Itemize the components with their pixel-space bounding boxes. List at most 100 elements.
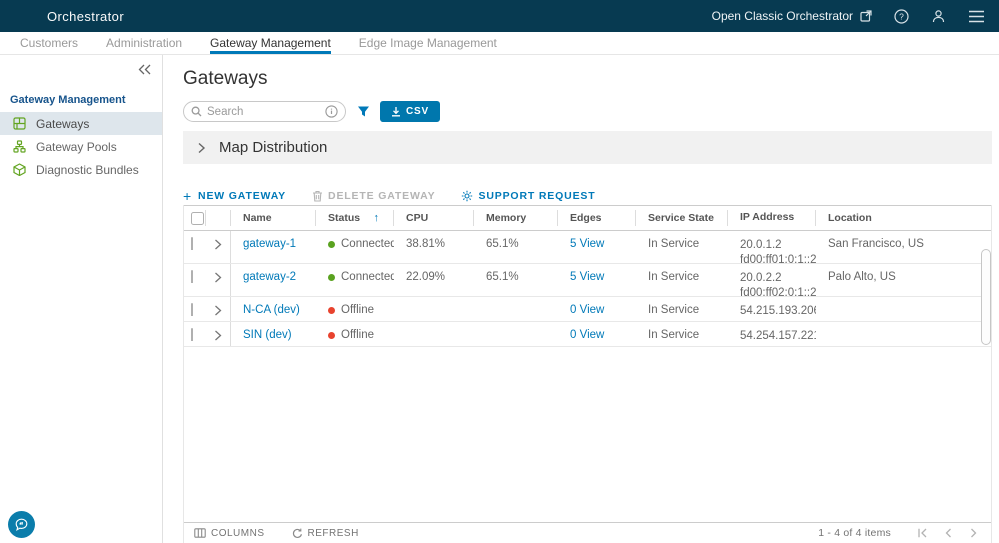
user-icon[interactable] — [931, 9, 946, 24]
svg-text:?: ? — [899, 11, 904, 21]
row-checkbox[interactable] — [191, 270, 193, 283]
gateway-name-link[interactable]: gateway-2 — [243, 271, 296, 283]
sidebar-item-gateway-pools[interactable]: Gateway Pools — [0, 135, 162, 158]
download-icon — [391, 106, 401, 117]
feedback-button[interactable] — [8, 511, 35, 538]
ip-address-value: 54.215.193.206 — [728, 297, 816, 319]
table-footer: COLUMNS REFRESH 1 - 4 of 4 items — [184, 522, 991, 543]
memory-value — [474, 297, 558, 304]
cpu-value — [394, 297, 474, 304]
collapse-sidebar-icon[interactable] — [137, 63, 152, 81]
column-header-ip-address[interactable]: IP Address — [728, 210, 816, 226]
memory-value: 65.1% — [474, 231, 558, 250]
menu-icon[interactable] — [968, 10, 985, 23]
column-header-name[interactable]: Name — [231, 210, 316, 226]
columns-label: COLUMNS — [211, 528, 265, 539]
column-header-status[interactable]: Status ↑ — [316, 210, 394, 226]
search-input[interactable] — [207, 106, 320, 118]
search-box — [183, 101, 346, 122]
sort-asc-icon: ↑ — [374, 212, 380, 224]
expand-column-header — [206, 210, 231, 226]
column-header-cpu[interactable]: CPU — [394, 210, 474, 226]
map-distribution-accordion[interactable]: Map Distribution — [183, 131, 992, 164]
support-request-label: SUPPORT REQUEST — [478, 190, 595, 202]
column-header-edges[interactable]: Edges — [558, 210, 636, 226]
edges-view-link[interactable]: 0 View — [570, 329, 604, 341]
row-expand-icon[interactable] — [206, 297, 231, 321]
gateways-table: Name Status ↑ CPU Memory Edges Service S… — [183, 205, 992, 543]
pagination-controls — [909, 528, 987, 538]
status-dot — [328, 332, 335, 339]
row-checkbox[interactable] — [191, 237, 193, 250]
sidebar-item-diagnostic-bundles[interactable]: Diagnostic Bundles — [0, 158, 162, 181]
status-label: Connected — [341, 271, 394, 283]
edges-view-link[interactable]: 0 View — [570, 304, 604, 316]
diagnostic-bundles-icon — [13, 163, 26, 176]
tab-edge-image-management[interactable]: Edge Image Management — [359, 32, 497, 54]
row-expand-icon[interactable] — [206, 231, 231, 263]
external-link-icon — [860, 10, 872, 22]
columns-button[interactable]: COLUMNS — [194, 528, 265, 539]
refresh-label: REFRESH — [308, 528, 359, 539]
column-header-location[interactable]: Location — [816, 210, 991, 226]
service-state-value: In Service — [636, 231, 728, 250]
gateways-grid-icon — [13, 117, 26, 130]
sidebar-item-gateways[interactable]: Gateways — [0, 112, 162, 135]
memory-value: 65.1% — [474, 264, 558, 283]
columns-icon — [194, 528, 206, 538]
row-checkbox[interactable] — [191, 303, 193, 316]
previous-page-icon[interactable] — [935, 528, 961, 538]
location-value: Palo Alto, US — [816, 264, 991, 283]
toolbar: CSV — [183, 101, 999, 122]
table-row: SIN (dev) Offline 0 View In Service 54.2… — [184, 322, 991, 347]
gear-icon — [461, 190, 473, 202]
help-icon[interactable]: ? — [894, 9, 909, 24]
edges-view-link[interactable]: 5 View — [570, 271, 604, 283]
trash-icon — [312, 190, 323, 202]
main-content: Gateways — [163, 55, 999, 543]
select-all-checkbox[interactable] — [191, 212, 204, 225]
gateway-name-link[interactable]: gateway-1 — [243, 238, 296, 250]
status-label: Offline — [341, 304, 374, 316]
gateway-name-link[interactable]: SIN (dev) — [243, 329, 292, 341]
search-info-icon[interactable] — [325, 105, 338, 118]
row-expand-icon[interactable] — [206, 264, 231, 296]
next-page-icon[interactable] — [961, 528, 987, 538]
row-checkbox[interactable] — [191, 328, 193, 341]
gateway-name-link[interactable]: N-CA (dev) — [243, 304, 300, 316]
filter-icon[interactable] — [357, 105, 370, 118]
table-row: gateway-1 Connected 38.81% 65.1% 5 View … — [184, 231, 991, 264]
tab-administration[interactable]: Administration — [106, 32, 182, 54]
location-value — [816, 322, 991, 329]
sidebar-section-title: Gateway Management — [10, 94, 162, 106]
plus-icon: + — [183, 188, 192, 204]
search-icon — [191, 106, 202, 117]
open-classic-orchestrator-link[interactable]: Open Classic Orchestrator — [712, 9, 872, 23]
table-scrollbar-thumb[interactable] — [981, 249, 991, 345]
ip-address-value: 54.254.157.221 — [728, 322, 816, 344]
first-page-icon[interactable] — [909, 528, 935, 538]
app-title: Orchestrator — [47, 9, 124, 24]
feedback-chat-icon — [14, 517, 29, 532]
memory-value — [474, 322, 558, 329]
table-actions: + NEW GATEWAY DELETE GATEWAY SUPPORT REQ… — [183, 186, 999, 206]
support-request-button[interactable]: SUPPORT REQUEST — [461, 190, 595, 202]
sidebar-item-label: Diagnostic Bundles — [36, 163, 139, 177]
service-state-value: In Service — [636, 322, 728, 341]
sidebar: Gateway Management Gateways Gateway Pool… — [0, 55, 163, 543]
delete-gateway-button[interactable]: DELETE GATEWAY — [312, 190, 435, 202]
table-header-row: Name Status ↑ CPU Memory Edges Service S… — [184, 205, 991, 231]
refresh-button[interactable]: REFRESH — [292, 528, 359, 539]
ip-address-value: 20.0.2.2fd00:ff02:0:1::2 — [728, 264, 816, 301]
column-header-service-state[interactable]: Service State — [636, 210, 728, 226]
edges-view-link[interactable]: 5 View — [570, 238, 604, 250]
service-state-value: In Service — [636, 297, 728, 316]
tab-customers[interactable]: Customers — [20, 32, 78, 54]
new-gateway-label: NEW GATEWAY — [198, 190, 286, 202]
csv-export-button[interactable]: CSV — [380, 101, 440, 122]
new-gateway-button[interactable]: + NEW GATEWAY — [183, 188, 286, 204]
tab-gateway-management[interactable]: Gateway Management — [210, 32, 331, 54]
row-expand-icon[interactable] — [206, 322, 231, 346]
column-header-memory[interactable]: Memory — [474, 210, 558, 226]
location-value — [816, 297, 991, 304]
